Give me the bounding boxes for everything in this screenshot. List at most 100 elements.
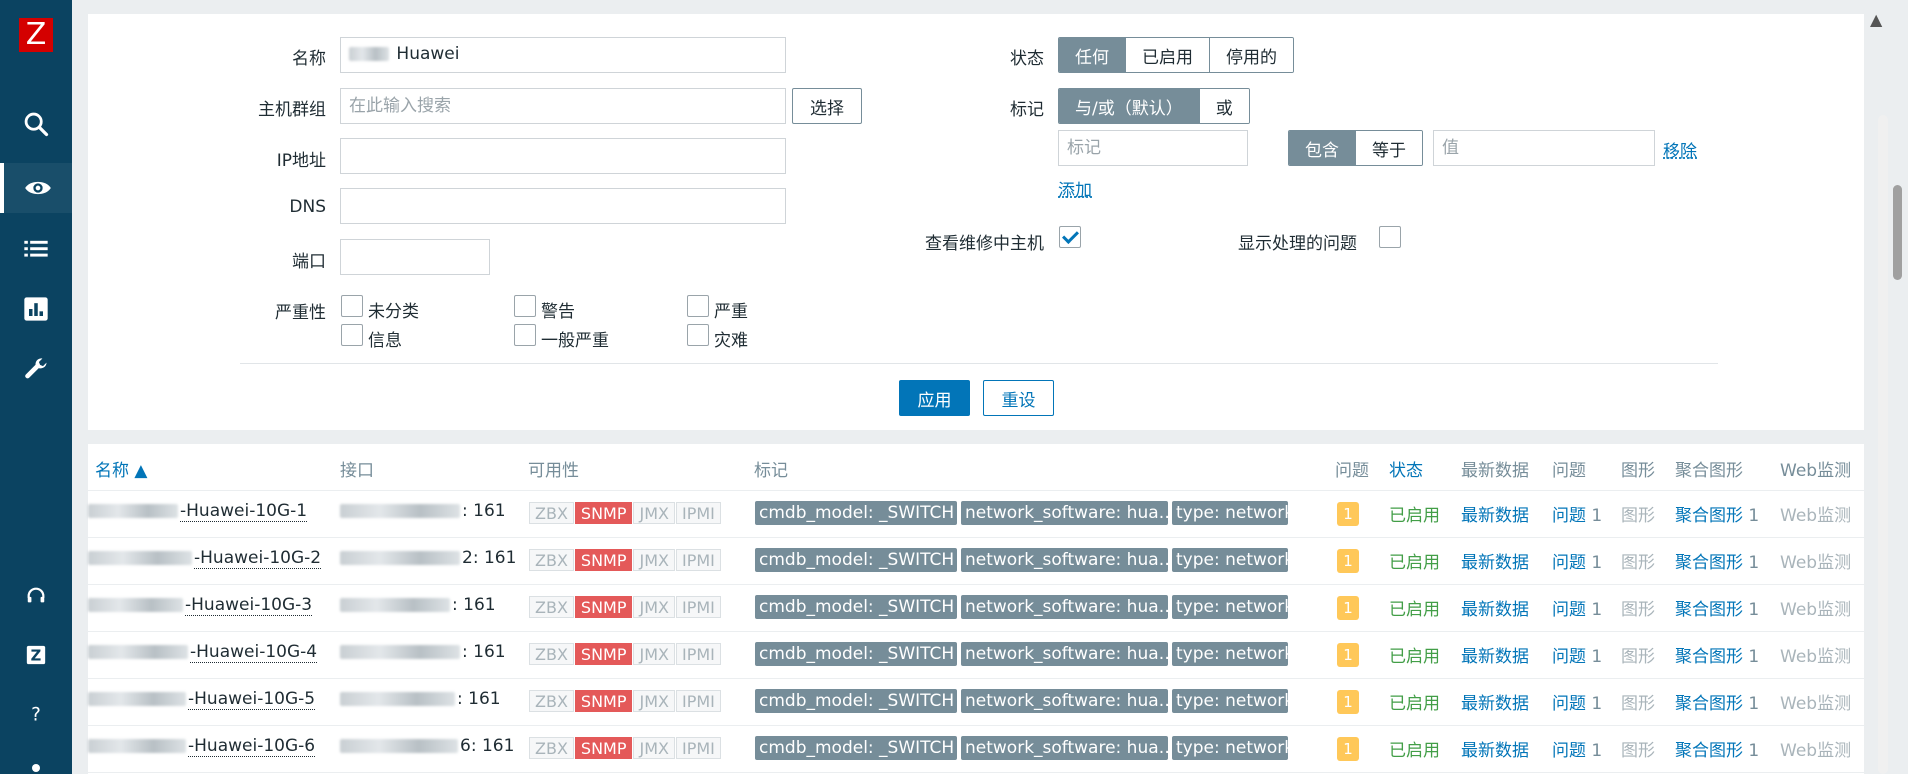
dns-field[interactable] [340, 188, 786, 224]
col-name-header[interactable]: 名称 ▲ [95, 456, 147, 481]
ip-field[interactable] [340, 138, 786, 174]
tag-mode-or-option[interactable]: 或 [1199, 89, 1249, 123]
name-field[interactable]: Huawei [340, 37, 786, 73]
latest-data-link[interactable]: 最新数据 [1461, 642, 1529, 667]
apply-button[interactable]: 应用 [899, 380, 970, 416]
tag-network-software[interactable]: network_software: hua… [961, 689, 1168, 713]
status-disabled-option[interactable]: 停用的 [1210, 38, 1293, 72]
problems-link[interactable]: 问题 1 [1552, 501, 1602, 526]
dashboards-link[interactable]: 聚合图形 1 [1675, 689, 1759, 714]
page-scrollbar-track[interactable] [1878, 115, 1888, 774]
tag-network-software[interactable]: network_software: hua… [961, 501, 1168, 525]
status-enabled-link[interactable]: 已启用 [1389, 548, 1440, 573]
severity-high-checkbox[interactable] [687, 295, 709, 317]
tag-operator-equals-option[interactable]: 等于 [1356, 131, 1422, 165]
status-enabled-link[interactable]: 已启用 [1389, 501, 1440, 526]
tag-network-software[interactable]: network_software: hua… [961, 642, 1168, 666]
latest-data-link[interactable]: 最新数据 [1461, 736, 1529, 761]
search-icon[interactable] [0, 99, 72, 149]
list-icon[interactable] [0, 224, 72, 274]
problems-link[interactable]: 问题 1 [1552, 689, 1602, 714]
tag-cmdb-model[interactable]: cmdb_model: _SWITCH [755, 595, 957, 619]
severity-disaster-checkbox[interactable] [687, 324, 709, 346]
severity-warning-checkbox[interactable] [514, 295, 536, 317]
problem-count-badge[interactable]: 1 [1337, 690, 1359, 714]
problem-count-badge[interactable]: 1 [1337, 643, 1359, 667]
eye-icon[interactable] [0, 163, 72, 213]
tag-operator-contains-option[interactable]: 包含 [1289, 131, 1356, 165]
wrench-icon[interactable] [0, 344, 72, 394]
latest-data-link[interactable]: 最新数据 [1461, 548, 1529, 573]
tag-type[interactable]: type: network [1172, 689, 1288, 713]
severity-information-checkbox[interactable] [341, 324, 363, 346]
status-enabled-option[interactable]: 已启用 [1126, 38, 1210, 72]
headset-icon[interactable] [0, 571, 72, 621]
problem-count-badge[interactable]: 1 [1337, 502, 1359, 526]
scroll-up-icon[interactable]: ▲ [1870, 10, 1882, 29]
zabbix-logo[interactable]: Z [19, 18, 53, 52]
tag-type[interactable]: type: network [1172, 595, 1288, 619]
status-enabled-link[interactable]: 已启用 [1389, 736, 1440, 761]
snmp-badge[interactable]: SNMP [574, 643, 633, 665]
dashboards-link[interactable]: 聚合图形 1 [1675, 642, 1759, 667]
problem-count-badge[interactable]: 1 [1337, 737, 1359, 761]
add-tag-link[interactable]: 添加 [1058, 176, 1092, 201]
problems-link[interactable]: 问题 1 [1552, 548, 1602, 573]
tag-type[interactable]: type: network [1172, 501, 1288, 525]
latest-data-link[interactable]: 最新数据 [1461, 689, 1529, 714]
dashboards-link[interactable]: 聚合图形 1 [1675, 595, 1759, 620]
host-name-link[interactable]: -Huawei-10G-4 [88, 642, 318, 663]
problems-link[interactable]: 问题 1 [1552, 595, 1602, 620]
latest-data-link[interactable]: 最新数据 [1461, 501, 1529, 526]
col-status-header[interactable]: 状态 [1389, 456, 1423, 481]
tag-type[interactable]: type: network [1172, 548, 1288, 572]
dashboards-link[interactable]: 聚合图形 1 [1675, 501, 1759, 526]
suppressed-checkbox[interactable] [1379, 226, 1401, 248]
host-name-link[interactable]: -Huawei-10G-2 [88, 548, 322, 569]
snmp-badge[interactable]: SNMP [574, 690, 633, 712]
snmp-badge[interactable]: SNMP [574, 549, 633, 571]
tag-mode-and-or-option[interactable]: 与/或（默认） [1059, 89, 1200, 123]
tag-network-software[interactable]: network_software: hua… [961, 548, 1168, 572]
tag-type[interactable]: type: network [1172, 642, 1288, 666]
tag-network-software[interactable]: network_software: hua… [961, 736, 1168, 760]
help-icon[interactable]: ? [0, 689, 72, 739]
tag-value-input[interactable] [1433, 130, 1655, 166]
problem-count-badge[interactable]: 1 [1337, 596, 1359, 620]
host-name-link[interactable]: -Huawei-10G-3 [88, 595, 313, 616]
snmp-badge[interactable]: SNMP [574, 596, 633, 618]
problem-count-badge[interactable]: 1 [1337, 549, 1359, 573]
remove-tag-link[interactable]: 移除 [1663, 137, 1697, 162]
tag-cmdb-model[interactable]: cmdb_model: _SWITCH [755, 548, 957, 572]
maintenance-checkbox[interactable] [1059, 226, 1081, 248]
page-scrollbar-thumb[interactable] [1893, 185, 1902, 280]
user-icon[interactable] [32, 764, 40, 772]
tag-cmdb-model[interactable]: cmdb_model: _SWITCH [755, 689, 957, 713]
tag-type[interactable]: type: network [1172, 736, 1288, 760]
snmp-badge[interactable]: SNMP [574, 737, 633, 759]
select-hostgroup-button[interactable]: 选择 [792, 88, 862, 124]
status-enabled-link[interactable]: 已启用 [1389, 689, 1440, 714]
chart-icon[interactable] [0, 284, 72, 334]
status-enabled-link[interactable]: 已启用 [1389, 642, 1440, 667]
snmp-badge[interactable]: SNMP [574, 502, 633, 524]
severity-average-checkbox[interactable] [514, 324, 536, 346]
host-name-link[interactable]: -Huawei-10G-1 [88, 501, 308, 522]
zabbix-share-icon[interactable]: Z [0, 630, 72, 680]
host-name-link[interactable]: -Huawei-10G-6 [88, 736, 316, 757]
tag-cmdb-model[interactable]: cmdb_model: _SWITCH [755, 736, 957, 760]
hostgroup-search-input[interactable] [340, 88, 786, 124]
tag-cmdb-model[interactable]: cmdb_model: _SWITCH [755, 642, 957, 666]
problems-link[interactable]: 问题 1 [1552, 736, 1602, 761]
port-field[interactable] [340, 239, 490, 275]
tag-cmdb-model[interactable]: cmdb_model: _SWITCH [755, 501, 957, 525]
tag-name-input[interactable] [1058, 130, 1248, 166]
status-any-option[interactable]: 任何 [1059, 38, 1126, 72]
host-name-link[interactable]: -Huawei-10G-5 [88, 689, 316, 710]
problems-link[interactable]: 问题 1 [1552, 642, 1602, 667]
dashboards-link[interactable]: 聚合图形 1 [1675, 736, 1759, 761]
dashboards-link[interactable]: 聚合图形 1 [1675, 548, 1759, 573]
severity-not-classified-checkbox[interactable] [341, 295, 363, 317]
reset-button[interactable]: 重设 [983, 380, 1054, 416]
latest-data-link[interactable]: 最新数据 [1461, 595, 1529, 620]
